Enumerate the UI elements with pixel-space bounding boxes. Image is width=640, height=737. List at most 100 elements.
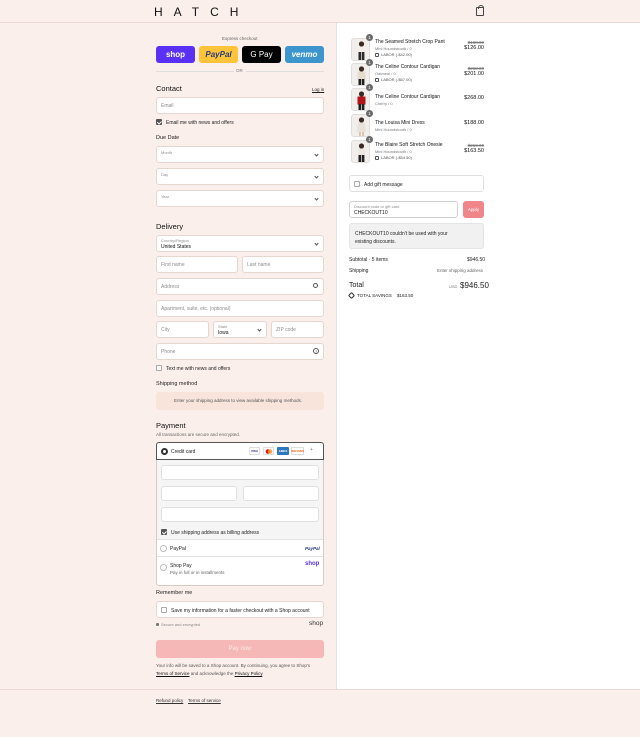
total-savings-value: $163.50 bbox=[397, 293, 414, 298]
paypal-label: PayPal bbox=[170, 546, 186, 552]
due-date-heading: Due Date bbox=[156, 135, 180, 141]
year-select[interactable]: Year bbox=[156, 190, 324, 207]
product-name: The Seamed Stretch Crop Pant bbox=[375, 39, 445, 45]
quantity-badge: 1 bbox=[366, 110, 373, 117]
store-logo[interactable]: HATCH bbox=[154, 5, 249, 19]
mastercard-icon bbox=[263, 447, 274, 455]
product-thumbnail bbox=[351, 88, 370, 111]
product-price: $201.00 bbox=[464, 71, 484, 77]
product-variant: Mini Houndstooth / 0 bbox=[375, 46, 412, 51]
state-select[interactable]: State Iowa bbox=[213, 321, 267, 338]
product-price: $268.00 bbox=[464, 95, 484, 101]
shop-pay-sublabel: Pay in full or in installments bbox=[170, 570, 225, 575]
currency-code: USD bbox=[449, 284, 458, 289]
email-field[interactable]: Email bbox=[156, 97, 324, 114]
shipping-value: Enter shipping address bbox=[437, 268, 484, 273]
day-select[interactable]: Day bbox=[156, 168, 324, 185]
quantity-badge: 1 bbox=[366, 84, 373, 91]
product-variant: Mini Houndstooth / 0 bbox=[375, 149, 412, 154]
tag-icon bbox=[375, 52, 379, 57]
total-savings-label: TOTAL SAVINGS bbox=[357, 293, 392, 298]
last-name-field[interactable]: Last name bbox=[242, 256, 324, 273]
product-discount: LABOR (-$67.00) bbox=[375, 77, 412, 82]
payment-heading: Payment bbox=[156, 421, 186, 430]
product-name: The Louisa Mini Dress bbox=[375, 120, 425, 126]
email-news-label: Email me with news and offers bbox=[166, 120, 234, 126]
refund-policy-link[interactable]: Refund policy bbox=[156, 698, 183, 703]
paypal-button[interactable]: PayPal bbox=[199, 46, 238, 63]
apartment-field[interactable]: Apartment, suite, etc. (optional) bbox=[156, 300, 324, 317]
product-price: $126.00 bbox=[464, 45, 484, 51]
text-news-checkbox[interactable] bbox=[156, 365, 162, 371]
pay-now-button[interactable]: Pay now bbox=[156, 640, 324, 658]
email-news-checkbox[interactable] bbox=[156, 119, 162, 125]
help-icon[interactable]: ? bbox=[313, 348, 319, 354]
phone-field[interactable]: Phone ? bbox=[156, 343, 324, 360]
remember-me-box[interactable]: Save my information for a faster checkou… bbox=[156, 601, 324, 618]
shop-pay-radio[interactable] bbox=[160, 564, 167, 571]
quantity-badge: 1 bbox=[366, 34, 373, 41]
billing-address-label: Use shipping address as billing address bbox=[171, 530, 260, 536]
credit-card-radio[interactable] bbox=[161, 448, 168, 455]
quantity-badge: 1 bbox=[366, 136, 373, 143]
tag-icon bbox=[375, 77, 379, 82]
paypal-radio[interactable] bbox=[160, 545, 167, 552]
billing-address-checkbox[interactable] bbox=[161, 529, 167, 535]
product-variant: Mini Houndstooth / 0 bbox=[375, 127, 412, 132]
security-code-field[interactable] bbox=[243, 486, 319, 501]
remember-me-heading: Remember me bbox=[156, 590, 193, 596]
or-separator: OR bbox=[236, 68, 243, 73]
chevron-down-icon bbox=[314, 196, 319, 201]
shop-pay-button[interactable]: shop bbox=[156, 46, 195, 63]
product-thumbnail bbox=[351, 114, 370, 137]
shop-logo-icon: shop bbox=[309, 620, 324, 627]
month-select[interactable]: Month bbox=[156, 146, 324, 163]
shipping-label: Shipping bbox=[349, 268, 369, 274]
subtotal-value: $946.50 bbox=[467, 257, 486, 263]
terms-of-service-link[interactable]: Terms of Service bbox=[156, 671, 190, 676]
card-number-field[interactable] bbox=[161, 465, 319, 480]
product-name: The Celine Contour Cardigan bbox=[375, 94, 441, 100]
remember-me-checkbox[interactable] bbox=[161, 607, 167, 613]
payment-subtitle: All transactions are secure and encrypte… bbox=[156, 432, 241, 437]
shop-pay-label: Shop Pay bbox=[170, 563, 192, 569]
google-pay-button[interactable]: G Pay bbox=[242, 46, 281, 63]
gift-message-checkbox[interactable] bbox=[354, 181, 360, 187]
shopping-bag-icon[interactable] bbox=[476, 5, 484, 16]
total-value: $946.50 bbox=[460, 281, 489, 290]
shipping-method-heading: Shipping method bbox=[156, 381, 198, 387]
shop-pay-option[interactable]: Shop Pay Pay in full or in installments … bbox=[157, 558, 323, 585]
product-name: The Blaire Soft Stretch Onesie bbox=[375, 142, 443, 148]
more-cards-icon: + bbox=[310, 447, 313, 453]
venmo-button[interactable]: venmo bbox=[285, 46, 324, 63]
expiration-field[interactable] bbox=[161, 486, 237, 501]
divider bbox=[246, 71, 324, 72]
text-news-label: Text me with news and offers bbox=[166, 366, 231, 372]
total-label: Total bbox=[349, 282, 364, 289]
name-on-card-field[interactable] bbox=[161, 507, 319, 522]
product-price: $188.00 bbox=[464, 120, 484, 126]
privacy-policy-link[interactable]: Privacy Policy bbox=[235, 671, 263, 676]
product-variant: Cherry / 0 bbox=[375, 101, 393, 106]
amex-icon: AMEX bbox=[277, 447, 289, 455]
login-link[interactable]: Log in bbox=[312, 87, 324, 92]
zip-field[interactable]: ZIP code bbox=[271, 321, 324, 338]
shop-pay-logo-icon: shop bbox=[305, 561, 320, 567]
product-thumbnail bbox=[351, 38, 370, 61]
first-name-field[interactable]: First name bbox=[156, 256, 238, 273]
city-field[interactable]: City bbox=[156, 321, 209, 338]
search-icon bbox=[313, 283, 318, 288]
discount-code-field[interactable]: Discount code or gift card CHECKOUT10 bbox=[349, 201, 458, 218]
divider bbox=[156, 71, 234, 72]
discover-icon: DISCOVER bbox=[291, 447, 304, 455]
terms-of-service-footer-link[interactable]: Terms of service bbox=[188, 698, 221, 703]
address-field[interactable]: Address bbox=[156, 278, 324, 295]
gift-message-box[interactable]: Add gift message bbox=[349, 175, 484, 192]
apply-button[interactable]: Apply bbox=[463, 201, 484, 218]
country-select[interactable]: Country/Region United States bbox=[156, 235, 324, 252]
tag-icon bbox=[375, 155, 379, 160]
paypal-option[interactable]: PayPal PayPal bbox=[157, 541, 323, 557]
card-form: Use shipping address as billing address bbox=[157, 460, 323, 540]
contact-heading: Contact bbox=[156, 84, 182, 93]
product-thumbnail bbox=[351, 63, 370, 86]
